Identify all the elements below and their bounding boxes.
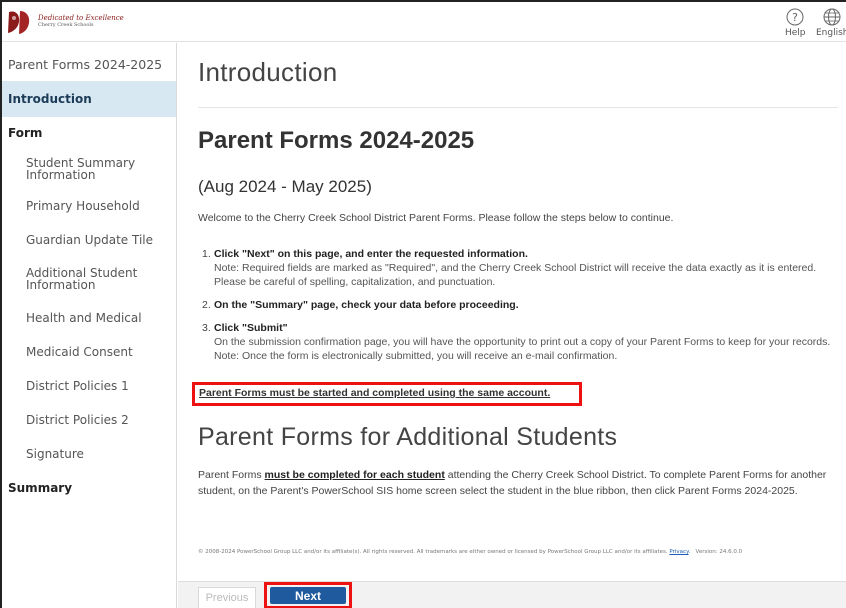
welcome-text: Welcome to the Cherry Creek School Distr… [198, 212, 674, 224]
next-button[interactable]: Next [270, 587, 346, 604]
logo-mark-icon [8, 11, 30, 34]
help-label: Help [785, 28, 806, 38]
help-icon: ? [786, 8, 804, 26]
form-title: Parent Forms 2024-2025 [198, 127, 475, 154]
same-account-notice: Parent Forms must be started and complet… [192, 382, 582, 406]
sidebar-item-student-summary[interactable]: Student Summary Information [2, 149, 176, 189]
step-item: 2. On the "Summary" page, check your dat… [202, 298, 842, 312]
steps-list: 1. Click "Next" on this page, and enter … [202, 247, 842, 372]
step-item: 1. Click "Next" on this page, and enter … [202, 247, 842, 289]
sidebar-title: Parent Forms 2024-2025 [8, 57, 163, 72]
step-title: Click "Submit" [214, 322, 288, 334]
additional-students-heading: Parent Forms for Additional Students [198, 423, 618, 451]
sidebar-nav: Parent Forms 2024-2025 Introduction Form… [2, 43, 177, 608]
step-note: On the submission confirmation page, you… [214, 336, 831, 362]
district-logo[interactable]: Dedicated to Excellence Cherry Creek Sch… [6, 6, 146, 38]
additional-text-prefix: Parent Forms [198, 469, 265, 481]
next-button-highlight: Next [264, 582, 352, 608]
top-header: Dedicated to Excellence Cherry Creek Sch… [2, 2, 846, 42]
step-title: On the "Summary" page, check your data b… [214, 299, 519, 311]
title-divider [198, 107, 838, 108]
language-button[interactable]: English [816, 8, 846, 38]
sidebar-item-primary-household[interactable]: Primary Household [2, 189, 176, 223]
additional-students-text: Parent Forms must be completed for each … [198, 467, 838, 499]
version-text: Version: 24.6.0.0 [695, 549, 743, 555]
privacy-link[interactable]: Privacy [669, 549, 688, 555]
copyright-footer: © 2008-2024 PowerSchool Group LLC and/or… [198, 549, 743, 555]
copyright-text: © 2008-2024 PowerSchool Group LLC and/or… [198, 549, 668, 555]
step-number: 3. [202, 322, 211, 334]
sidebar-item-district-policies-1[interactable]: District Policies 1 [2, 369, 176, 403]
sidebar-item-guardian-update[interactable]: Guardian Update Tile [2, 223, 176, 257]
step-item: 3. Click "Submit" On the submission conf… [202, 321, 842, 363]
step-note: Note: Required fields are marked as "Req… [214, 262, 817, 288]
additional-text-emphasis: must be completed for each student [264, 469, 445, 481]
date-range: (Aug 2024 - May 2025) [198, 177, 372, 196]
sidebar-item-additional-student[interactable]: Additional Student Information [2, 257, 176, 301]
step-number: 2. [202, 299, 211, 311]
logo-district-name: Cherry Creek Schools [38, 22, 94, 29]
main-content: Introduction Parent Forms 2024-2025 (Aug… [178, 43, 846, 608]
sidebar-item-signature[interactable]: Signature [2, 437, 176, 471]
language-label: English [816, 28, 846, 38]
sidebar-item-form[interactable]: Form [2, 117, 176, 149]
sidebar-item-district-policies-2[interactable]: District Policies 2 [2, 403, 176, 437]
previous-button[interactable]: Previous [198, 587, 256, 608]
globe-icon [823, 8, 841, 26]
svg-text:?: ? [792, 11, 798, 24]
sidebar-item-summary[interactable]: Summary [2, 471, 176, 505]
sidebar-item-medicaid-consent[interactable]: Medicaid Consent [2, 335, 176, 369]
sidebar-item-health-medical[interactable]: Health and Medical [2, 301, 176, 335]
sidebar-item-introduction[interactable]: Introduction [2, 81, 176, 117]
help-button[interactable]: ? Help [785, 8, 806, 38]
step-number: 1. [202, 248, 211, 260]
step-title: Click "Next" on this page, and enter the… [214, 248, 528, 260]
bottom-nav: Previous Next [178, 581, 846, 608]
page-title: Introduction [198, 57, 338, 87]
